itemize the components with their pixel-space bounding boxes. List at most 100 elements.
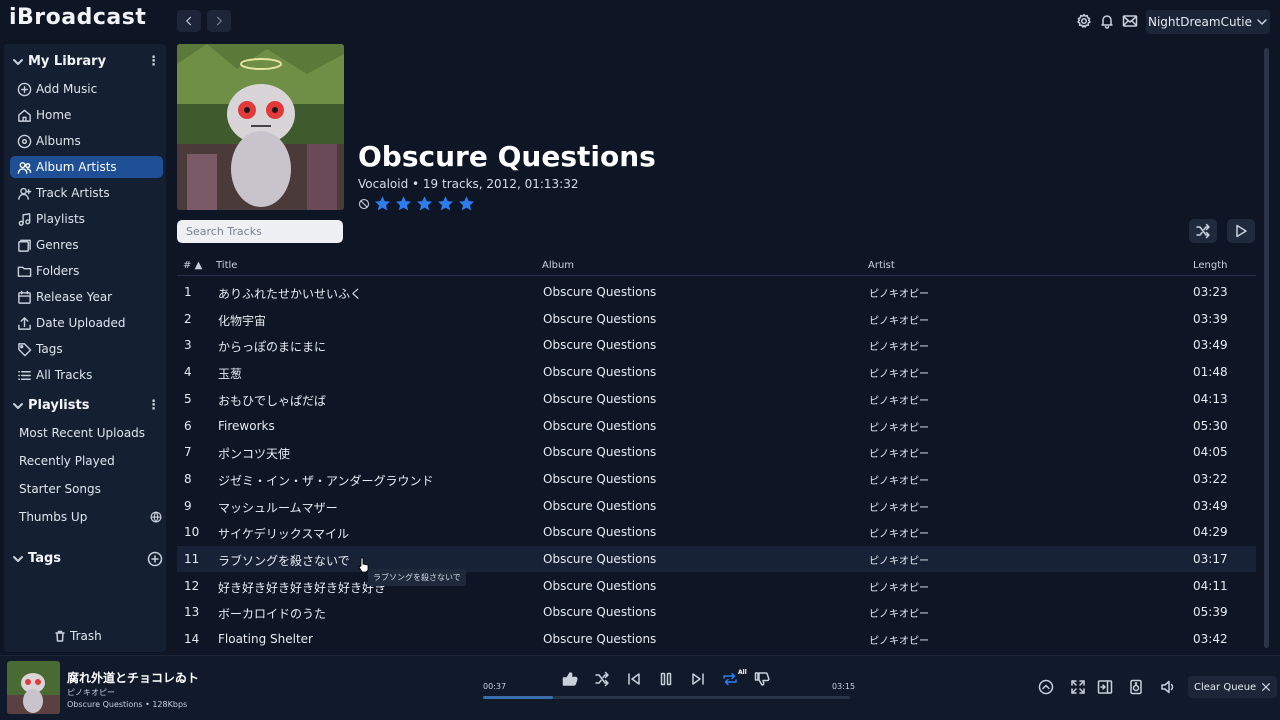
track-title[interactable]: マッシュルームマザー <box>218 499 338 516</box>
next-button[interactable] <box>690 671 708 689</box>
playlists-header[interactable]: Playlists <box>12 398 89 413</box>
track-artist[interactable]: ピノキオピー <box>869 419 929 434</box>
fullscreen-button[interactable] <box>1070 679 1086 695</box>
star-icon[interactable] <box>437 195 454 212</box>
table-row[interactable]: 2 化物宇宙 Obscure Questions ピノキオピー 03:39 <box>177 306 1256 332</box>
track-album[interactable]: Obscure Questions <box>543 552 656 566</box>
now-playing-title[interactable]: 腐れ外道とチョコレゐト <box>67 669 199 686</box>
playlist-item[interactable]: Thumbs Up <box>19 510 87 524</box>
shuffle-button[interactable] <box>594 671 612 689</box>
table-row[interactable]: 9 マッシュルームマザー Obscure Questions ピノキオピー 03:49 <box>177 493 1256 519</box>
playlists-more-icon[interactable]: ⋮ <box>147 398 160 413</box>
track-title[interactable]: おもひでしゃぱだば <box>218 392 326 409</box>
playlist-item[interactable]: Most Recent Uploads <box>19 426 145 440</box>
table-row[interactable]: 11 ラブソングを殺さないで Obscure Questions ピノキオピー 03:1… <box>177 546 1256 572</box>
track-title[interactable]: 玉葱 <box>218 365 242 382</box>
track-artist[interactable]: ピノキオピー <box>869 499 929 514</box>
track-title[interactable]: 好き好き好き好き好き好き好き <box>218 579 386 596</box>
track-album[interactable]: Obscure Questions <box>543 632 656 646</box>
gear-icon[interactable] <box>1076 13 1092 29</box>
sidebar-item-genres[interactable]: Genres <box>10 234 163 256</box>
sidebar-item-playlists[interactable]: Playlists <box>10 208 163 230</box>
sidebar-item-track-artists[interactable]: Track Artists <box>10 182 163 204</box>
star-icon[interactable] <box>416 195 433 212</box>
sidebar-item-date-uploaded[interactable]: Date Uploaded <box>10 312 163 334</box>
track-title[interactable]: ジゼミ・イン・ザ・アンダーグラウンド <box>218 472 434 489</box>
track-album[interactable]: Obscure Questions <box>543 285 656 299</box>
back-button[interactable] <box>177 10 201 32</box>
track-album[interactable]: Obscure Questions <box>543 392 656 406</box>
scrollbar[interactable] <box>1264 48 1269 648</box>
sidebar-item-add-music[interactable]: Add Music <box>10 78 163 100</box>
pause-button[interactable] <box>658 671 676 689</box>
track-artist[interactable]: ピノキオピー <box>869 392 929 407</box>
sidebar-item-album-artists[interactable]: Album Artists <box>10 156 163 178</box>
thumbs-up-button[interactable] <box>562 671 580 689</box>
star-icon[interactable] <box>395 195 412 212</box>
track-title[interactable]: 化物宇宙 <box>218 312 266 329</box>
track-artist[interactable]: ピノキオピー <box>869 445 929 460</box>
expand-queue-button[interactable] <box>1038 679 1054 695</box>
track-artist[interactable]: ピノキオピー <box>869 312 929 327</box>
tags-header[interactable]: Tags <box>12 551 61 566</box>
col-album-header[interactable]: Album <box>542 260 574 271</box>
col-artist-header[interactable]: Artist <box>868 260 895 271</box>
track-title[interactable]: Fireworks <box>218 419 275 433</box>
user-menu-button[interactable]: NightDreamCutie <box>1146 10 1270 34</box>
library-more-icon[interactable]: ⋮ <box>147 54 160 69</box>
track-artist[interactable]: ピノキオピー <box>869 525 929 540</box>
previous-button[interactable] <box>626 671 644 689</box>
col-number-header[interactable]: # ▲ <box>183 260 202 271</box>
track-album[interactable]: Obscure Questions <box>543 312 656 326</box>
table-row[interactable]: 6 Fireworks Obscure Questions ピノキオピー 05:30 <box>177 413 1256 439</box>
track-title[interactable]: ポンコツ天使 <box>218 445 290 462</box>
track-title[interactable]: サイケデリックスマイル <box>218 525 349 542</box>
progress-bar[interactable] <box>483 696 850 699</box>
table-row[interactable]: 14 Floating Shelter Obscure Questions ピノキオピ… <box>177 626 1256 652</box>
table-row[interactable]: 1 ありふれたせかいせいふく Obscure Questions ピノキオピー 03:2… <box>177 279 1256 305</box>
track-artist[interactable]: ピノキオピー <box>869 338 929 353</box>
sidebar-item-albums[interactable]: Albums <box>10 130 163 152</box>
track-artist[interactable]: ピノキオピー <box>869 365 929 380</box>
star-icon[interactable] <box>458 195 475 212</box>
track-artist[interactable]: ピノキオピー <box>869 472 929 487</box>
trash-button[interactable]: Trash <box>54 629 102 643</box>
playlist-item[interactable]: Starter Songs <box>19 482 101 496</box>
sidebar-item-tags[interactable]: Tags <box>10 338 163 360</box>
thumbs-down-button[interactable] <box>754 671 772 689</box>
add-tag-icon[interactable] <box>147 551 163 567</box>
table-row[interactable]: 5 おもひでしゃぱだば Obscure Questions ピノキオピー 04:13 <box>177 386 1256 412</box>
track-title[interactable]: ボーカロイドのうた <box>218 605 326 622</box>
sidebar-item-folders[interactable]: Folders <box>10 260 163 282</box>
shuffle-play-button[interactable] <box>1189 219 1217 243</box>
table-row[interactable]: 7 ポンコツ天使 Obscure Questions ピノキオピー 04:05 <box>177 439 1256 465</box>
playlist-item[interactable]: Recently Played <box>19 454 115 468</box>
bell-icon[interactable] <box>1099 13 1115 29</box>
my-library-header[interactable]: My Library <box>12 54 106 69</box>
track-album[interactable]: Obscure Questions <box>543 499 656 513</box>
col-title-header[interactable]: Title <box>216 260 237 271</box>
track-album[interactable]: Obscure Questions <box>543 338 656 352</box>
forward-button[interactable] <box>207 10 231 32</box>
cast-button[interactable] <box>1128 679 1144 695</box>
track-artist[interactable]: ピノキオピー <box>869 632 929 647</box>
track-artist[interactable]: ピノキオピー <box>869 552 929 567</box>
track-album[interactable]: Obscure Questions <box>543 445 656 459</box>
track-album[interactable]: Obscure Questions <box>543 365 656 379</box>
table-row[interactable]: 4 玉葱 Obscure Questions ピノキオピー 01:48 <box>177 359 1256 385</box>
table-row[interactable]: 10 サイケデリックスマイル Obscure Questions ピノキオピー 04:2… <box>177 519 1256 545</box>
track-title[interactable]: ありふれたせかいせいふく <box>218 285 362 302</box>
block-icon[interactable] <box>358 198 370 210</box>
track-artist[interactable]: ピノキオピー <box>869 605 929 620</box>
col-length-header[interactable]: Length <box>1193 260 1228 271</box>
volume-button[interactable] <box>1160 679 1176 695</box>
mail-icon[interactable] <box>1122 13 1138 29</box>
track-album[interactable]: Obscure Questions <box>543 419 656 433</box>
track-artist[interactable]: ピノキオピー <box>869 285 929 300</box>
track-title[interactable]: Floating Shelter <box>218 632 313 646</box>
sidebar-item-home[interactable]: Home <box>10 104 163 126</box>
now-playing-art[interactable] <box>7 661 60 714</box>
play-album-button[interactable] <box>1227 219 1255 243</box>
track-album[interactable]: Obscure Questions <box>543 472 656 486</box>
track-title[interactable]: ラブソングを殺さないで <box>218 552 350 569</box>
